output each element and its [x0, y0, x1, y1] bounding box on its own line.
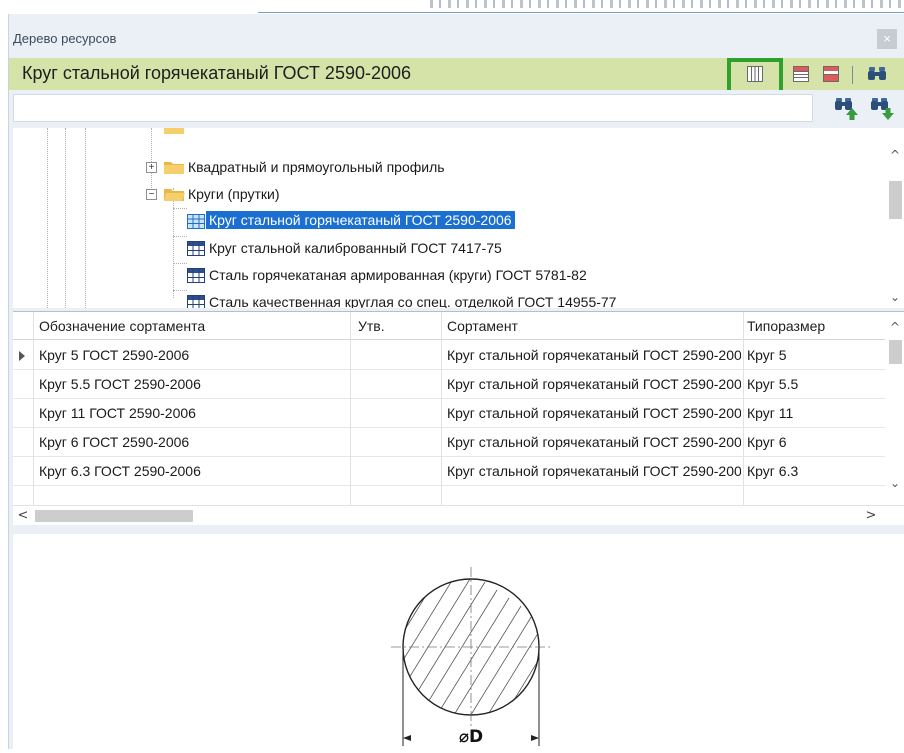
cell-designation: Круг 11 ГОСТ 2590-2006 [39, 405, 196, 421]
column-header[interactable]: Типоразмер [747, 318, 825, 334]
tree-guide-line [173, 208, 187, 209]
cell-assortment: Круг стальной горячекатаный ГОСТ 2590-20… [447, 463, 741, 479]
column-header[interactable]: Обозначение сортамента [39, 318, 205, 334]
column-header[interactable]: Сортамент [447, 318, 518, 334]
collapse-toggle[interactable]: − [146, 189, 157, 200]
scroll-left-button[interactable]: < [13, 506, 33, 526]
scroll-right-button[interactable]: > [861, 506, 881, 526]
cell-size: Круг 11 [747, 405, 794, 421]
scroll-up-button[interactable]: ^ [885, 146, 904, 164]
table-icon [187, 268, 205, 283]
table-row[interactable]: Круг 6.3 ГОСТ 2590-2006 Круг стальной го… [13, 457, 885, 486]
tree-node-special-finish-steel[interactable]: Сталь качественная круглая со спец. отде… [13, 291, 873, 308]
table-horizontal-scrollbar[interactable]: < > [13, 505, 904, 525]
background-window-strip [0, 0, 904, 14]
cell-assortment: Круг стальной горячекатаный ГОСТ 2590-20… [447, 376, 741, 392]
cell-size: Круг 5 [747, 347, 787, 363]
tree-node-label: Круги (прутки) [188, 186, 280, 202]
rows-view-icon[interactable] [793, 66, 809, 82]
table-header: Обозначение сортамента Утв. Сортамент Ти… [13, 312, 885, 340]
resource-tree-panel: Дерево ресурсов × Круг стальной горячека… [8, 14, 904, 749]
scroll-thumb[interactable] [889, 181, 902, 219]
tree-vertical-scrollbar[interactable]: ^ ⌄ [885, 128, 904, 308]
cell-assortment: Круг стальной горячекатаный ГОСТ 2590-20… [447, 347, 741, 363]
folder-icon [164, 162, 184, 174]
background-toolbar-icons [430, 0, 904, 8]
scroll-down-button[interactable]: ⌄ [885, 474, 904, 492]
table-row[interactable]: Круг 6 ГОСТ 2590-2006 Круг стальной горя… [13, 428, 885, 457]
resource-title: Круг стальной горячекатаный ГОСТ 2590-20… [22, 63, 412, 83]
tree-node-label: Круг стальной горячекатаный ГОСТ 2590-20… [206, 211, 515, 229]
cell-designation: Круг 6 ГОСТ 2590-2006 [39, 434, 190, 450]
tree-node-label: Квадратный и прямоугольный профиль [188, 159, 445, 175]
table-row[interactable]: Круг 5.5 ГОСТ 2590-2006 Круг стальной го… [13, 370, 885, 399]
tree-node-hot-rolled-round[interactable]: Круг стальной горячекатаный ГОСТ 2590-20… [13, 210, 873, 234]
binoculars-icon[interactable] [867, 65, 887, 83]
tree-node-label: Сталь качественная круглая со спец. отде… [209, 294, 617, 308]
columns-view-icon[interactable] [747, 66, 763, 82]
assortment-table: Обозначение сортамента Утв. Сортамент Ти… [13, 311, 904, 505]
binoculars-down-icon[interactable] [871, 96, 895, 120]
cell-assortment: Круг стальной горячекатаный ГОСТ 2590-20… [447, 405, 741, 421]
resource-header-bar: Круг стальной горячекатаный ГОСТ 2590-20… [9, 58, 904, 94]
table-vertical-scrollbar[interactable]: ^ ⌄ [885, 312, 904, 505]
panel-title-bar: Дерево ресурсов × [9, 14, 904, 58]
current-row-indicator-icon [19, 351, 25, 361]
panel-title: Дерево ресурсов [13, 31, 117, 46]
dimension-label: ⌀D [459, 727, 483, 747]
table-icon [187, 241, 205, 256]
cell-designation: Круг 5.5 ГОСТ 2590-2006 [39, 376, 201, 392]
tree-node-rounds[interactable]: − Круги (прутки) [13, 183, 873, 207]
scroll-thumb[interactable] [889, 340, 902, 364]
scroll-up-button[interactable]: ^ [885, 318, 904, 336]
split-view-icon[interactable] [823, 66, 839, 82]
tree-node-reinforced-steel[interactable]: Сталь горячекатаная армированная (круги)… [13, 264, 873, 288]
table-icon [187, 295, 205, 308]
table-row[interactable]: Круг 11 ГОСТ 2590-2006 Круг стальной гор… [13, 399, 885, 428]
tree-node-label: Круг стальной калиброванный ГОСТ 7417-75 [209, 240, 502, 256]
search-input[interactable] [13, 94, 813, 122]
folder-icon [164, 128, 184, 134]
expand-toggle[interactable]: + [146, 162, 157, 173]
cell-size: Круг 5.5 [747, 376, 799, 392]
cell-designation: Круг 5 ГОСТ 2590-2006 [39, 347, 190, 363]
toolbar-separator [852, 66, 853, 84]
close-button[interactable]: × [877, 29, 897, 49]
resource-tree: + Квадратный и прямоугольный профиль − К… [13, 128, 904, 308]
search-row [9, 90, 904, 126]
folder-open-icon [164, 189, 185, 201]
tree-node-square-profile[interactable]: + Квадратный и прямоугольный профиль [13, 156, 873, 180]
background-window-border [258, 12, 904, 13]
cell-size: Круг 6.3 [747, 463, 799, 479]
profile-preview: ⌀D [13, 534, 904, 749]
cell-designation: Круг 6.3 ГОСТ 2590-2006 [39, 463, 201, 479]
column-header[interactable]: Утв. [358, 318, 385, 334]
table-row[interactable]: Круг 5 ГОСТ 2590-2006 Круг стальной горя… [13, 341, 885, 370]
scroll-down-button[interactable]: ⌄ [885, 288, 904, 306]
scroll-thumb[interactable] [35, 510, 193, 522]
tree-node-label: Сталь горячекатаная армированная (круги)… [209, 267, 587, 283]
table-icon [187, 214, 205, 229]
cell-assortment: Круг стальной горячекатаный ГОСТ 2590-20… [447, 434, 741, 450]
round-section-drawing: ⌀D [391, 567, 551, 747]
binoculars-up-icon[interactable] [835, 96, 859, 120]
cell-size: Круг 6 [747, 434, 787, 450]
tree-node-calibrated-round[interactable]: Круг стальной калиброванный ГОСТ 7417-75 [13, 237, 873, 261]
